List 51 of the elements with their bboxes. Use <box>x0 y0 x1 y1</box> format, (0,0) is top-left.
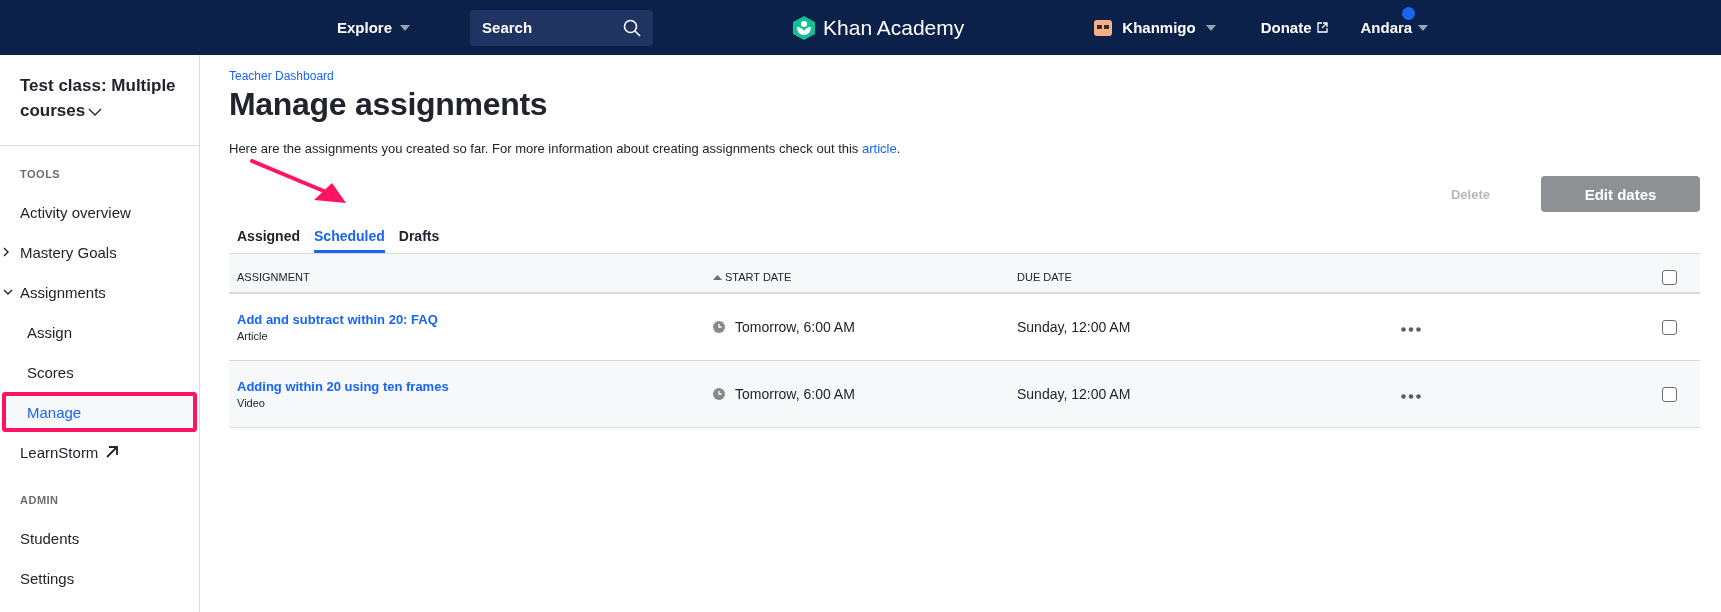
search-field[interactable]: Search <box>470 9 654 46</box>
sidebar-item[interactable]: Assign <box>0 312 199 352</box>
column-header[interactable]: DUE DATE <box>1017 271 1072 283</box>
section-heading: ADMIN <box>19 493 60 508</box>
column-header[interactable]: START DATE <box>725 271 792 283</box>
khanmigo-menu[interactable]: Khanmigo <box>1094 19 1216 36</box>
page-title: Manage assignments <box>229 86 549 123</box>
more-options-icon[interactable] <box>1401 326 1421 332</box>
article-link[interactable]: article <box>862 141 897 156</box>
assignment-link[interactable]: Add and subtract within 20: FAQ <box>237 312 713 327</box>
tab[interactable]: Drafts <box>398 228 440 253</box>
start-date: Tomorrow, 6:00 AM <box>735 319 855 335</box>
clock-icon <box>713 388 725 400</box>
clock-icon <box>713 321 725 333</box>
select-all-checkbox[interactable] <box>1662 269 1677 285</box>
description-text: Here are the assignments you created so far. For more information about creating assignments check out this article. <box>229 141 902 156</box>
row-checkbox[interactable] <box>1662 319 1677 335</box>
sidebar-item[interactable]: Activity overview <box>0 192 199 232</box>
assignment-type: Video <box>237 397 266 409</box>
search-icon <box>623 18 642 37</box>
due-date: Sunday, 12:00 AM <box>1017 386 1132 402</box>
sidebar-item[interactable]: Scores <box>0 352 199 392</box>
explore-menu[interactable]: Explore <box>337 19 411 36</box>
section-heading: TOOLS <box>19 167 62 182</box>
row-checkbox[interactable] <box>1662 386 1677 402</box>
assignment-link[interactable]: Adding within 20 using ten frames <box>237 379 713 394</box>
robot-avatar-icon <box>1094 19 1113 36</box>
donate-link[interactable]: Donate <box>1260 19 1329 36</box>
sidebar-item[interactable]: Settings <box>0 558 199 598</box>
sidebar-item[interactable]: Assignments <box>0 272 199 312</box>
arrow-up-right-icon <box>106 446 119 458</box>
sidebar-item[interactable]: Students <box>0 518 199 558</box>
sidebar-item[interactable]: Manage <box>2 392 197 432</box>
start-date: Tomorrow, 6:00 AM <box>735 386 855 402</box>
class-selector[interactable]: Test class: Multiple courses <box>0 55 199 146</box>
sidebar-item[interactable]: Mastery Goals <box>0 232 199 272</box>
sidebar-item[interactable]: LearnStorm <box>0 432 199 472</box>
due-date: Sunday, 12:00 AM <box>1017 319 1132 335</box>
breadcrumb-link[interactable]: Teacher Dashboard <box>229 69 1700 83</box>
column-header[interactable]: ASSIGNMENT <box>237 271 310 283</box>
logo-text[interactable]: Khan Academy <box>823 15 965 40</box>
user-menu[interactable]: Andara <box>1360 19 1429 36</box>
caret-icon <box>400 24 411 31</box>
caret-icon <box>1418 24 1429 31</box>
more-options-icon[interactable] <box>1401 393 1421 399</box>
assignment-type: Article <box>237 330 269 342</box>
external-link-icon <box>1317 22 1329 33</box>
tab[interactable]: Assigned <box>237 228 300 253</box>
caret-icon <box>1205 24 1216 31</box>
chevron-down-icon <box>88 107 103 116</box>
logo-icon <box>793 15 816 40</box>
